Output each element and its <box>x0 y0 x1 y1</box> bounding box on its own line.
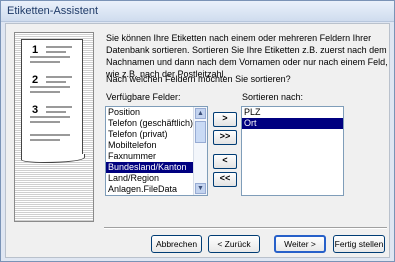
list-item[interactable]: PLZ <box>242 107 343 118</box>
available-fields-list[interactable]: Position Telefon (geschäftlich) Telefon … <box>105 106 208 196</box>
illustration-number-2: 2 <box>32 74 39 86</box>
window-title: Etiketten-Assistent <box>7 5 99 17</box>
document-illustration: 1 2 3 <box>21 39 83 156</box>
list-item[interactable]: Position <box>106 107 207 118</box>
list-item-selected[interactable]: Bundesland/Kanton <box>106 162 207 173</box>
scroll-down-icon[interactable]: ▼ <box>195 183 206 194</box>
page-curl <box>21 154 85 163</box>
scroll-thumb[interactable] <box>195 121 206 143</box>
list-item[interactable]: Land/Region <box>106 173 207 184</box>
list-item[interactable]: Faxnummer <box>106 151 207 162</box>
wizard-window: Etiketten-Assistent 1 2 3 Sie können Ihr… <box>0 0 395 262</box>
remove-all-fields-button[interactable]: << <box>213 172 237 187</box>
list-item[interactable]: Mobiltelefon <box>106 140 207 151</box>
illustration-number-3: 3 <box>32 104 39 116</box>
scroll-up-icon[interactable]: ▲ <box>195 108 206 119</box>
sort-by-list[interactable]: PLZ Ort <box>241 106 344 196</box>
finish-button[interactable]: Fertig stellen <box>333 235 385 253</box>
list-item[interactable]: Anlagen.FileData <box>106 184 207 195</box>
title-bar[interactable]: Etiketten-Assistent <box>1 1 394 22</box>
add-field-button[interactable]: > <box>213 112 237 127</box>
back-button[interactable]: < Zurück <box>208 235 260 253</box>
cancel-button[interactable]: Abbrechen <box>151 235 202 253</box>
separator <box>104 227 387 229</box>
add-all-fields-button[interactable]: >> <box>213 130 237 145</box>
next-button[interactable]: Weiter > <box>274 235 326 253</box>
available-fields-label: Verfügbare Felder: <box>106 92 181 102</box>
list-item[interactable]: Telefon (privat) <box>106 129 207 140</box>
label-sort-illustration: 1 2 3 <box>14 32 94 222</box>
remove-field-button[interactable]: < <box>213 154 237 169</box>
available-fields-scrollbar[interactable]: ▲ ▼ <box>193 107 207 195</box>
sort-question: Nach welchen Feldern möchten Sie sortier… <box>106 74 291 84</box>
intro-text: Sie können Ihre Etiketten nach einem ode… <box>106 33 388 79</box>
illustration-number-1: 1 <box>32 44 39 56</box>
sort-by-label: Sortieren nach: <box>242 92 304 102</box>
wizard-content: 1 2 3 Sie können Ihre Etiketten nach ein… <box>5 23 390 258</box>
list-item[interactable]: Telefon (geschäftlich) <box>106 118 207 129</box>
list-item-selected[interactable]: Ort <box>242 118 343 129</box>
